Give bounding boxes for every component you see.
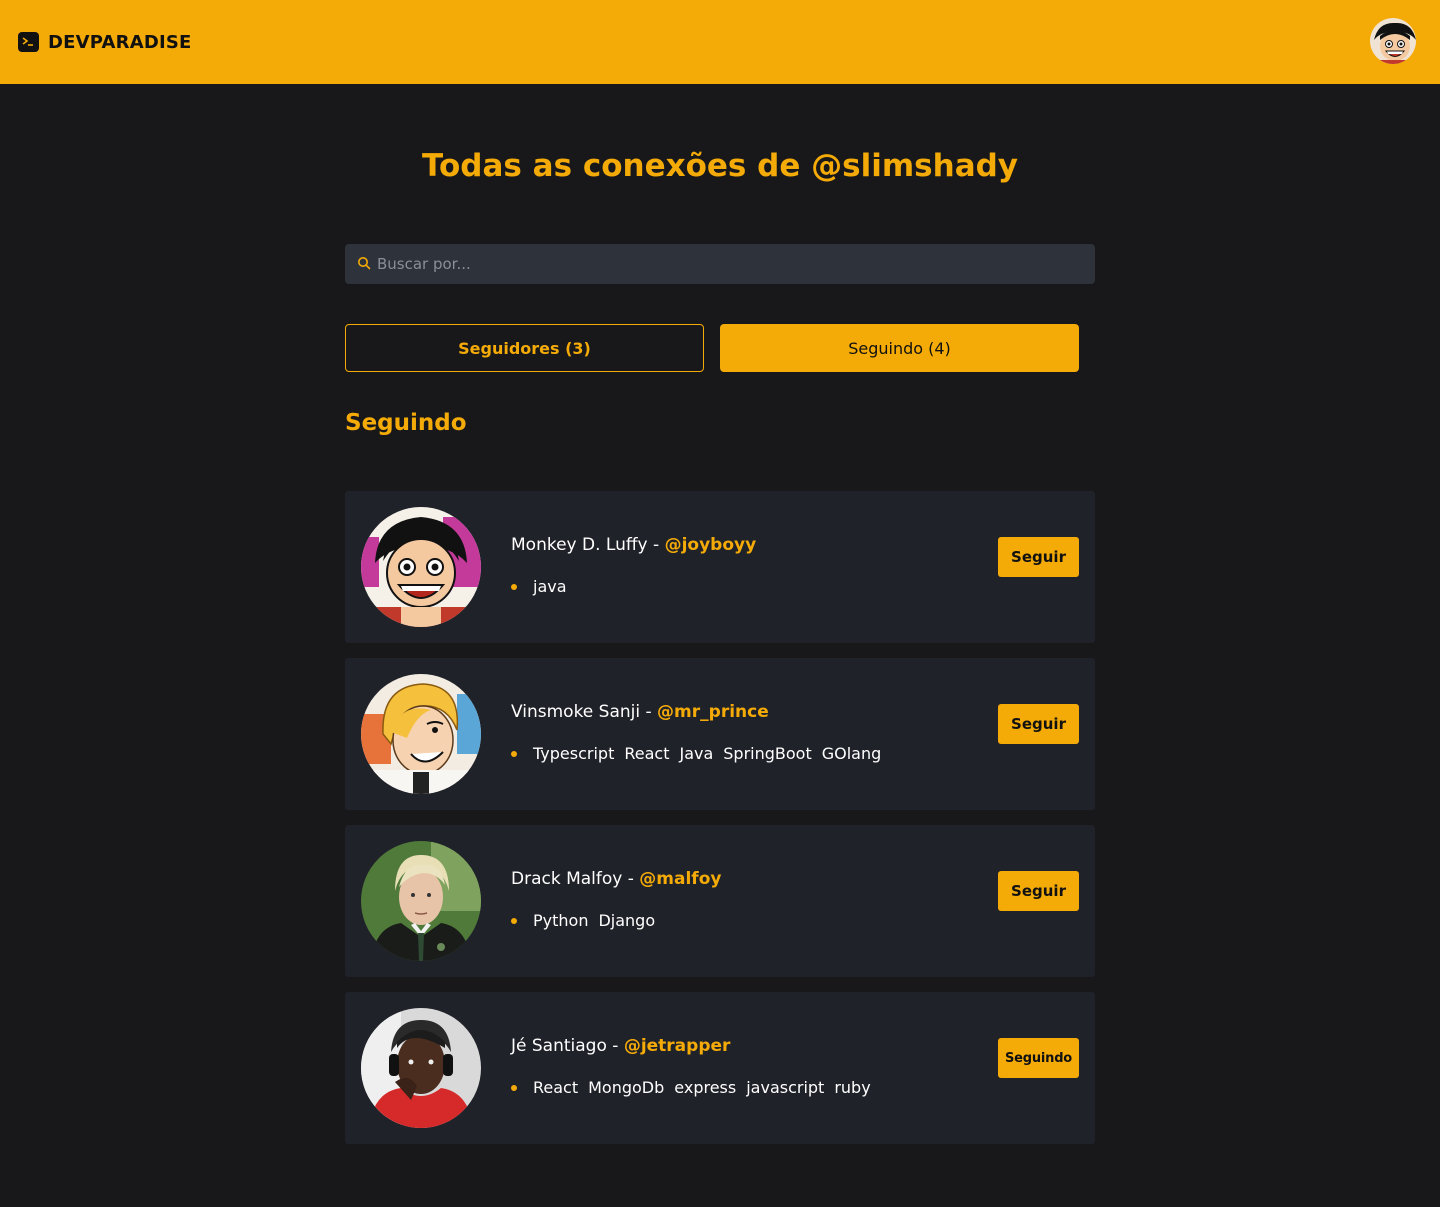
user-avatar[interactable] — [361, 1008, 481, 1128]
user-handle[interactable]: @jetrapper — [624, 1036, 731, 1056]
following-button[interactable]: Seguindo — [998, 1038, 1079, 1078]
user-avatar[interactable] — [361, 674, 481, 794]
user-card: Monkey D. Luffy - @joyboyy java Seguir — [345, 491, 1095, 643]
user-avatar[interactable] — [361, 507, 481, 627]
user-handle[interactable]: @malfoy — [639, 869, 721, 889]
tech-tag: GOlang — [821, 744, 882, 763]
bullet-icon — [511, 917, 517, 924]
user-name: Monkey D. Luffy - — [511, 535, 665, 555]
follow-button[interactable]: Seguir — [998, 537, 1079, 577]
tech-tag: java — [533, 577, 567, 596]
user-name: Vinsmoke Sanji - — [511, 702, 658, 722]
user-handle[interactable]: @mr_prince — [657, 702, 769, 722]
tech-list: Python Django — [511, 911, 665, 930]
bullet-icon — [511, 750, 517, 757]
user-name-line: Jé Santiago - @jetrapper — [511, 1036, 730, 1056]
user-name-line: Vinsmoke Sanji - @mr_prince — [511, 702, 769, 722]
follow-button[interactable]: Seguir — [998, 704, 1079, 744]
tech-tag: Typescript — [533, 744, 615, 763]
current-user-avatar[interactable] — [1368, 16, 1418, 66]
search-input[interactable] — [377, 255, 1067, 273]
bullet-icon — [511, 1084, 517, 1091]
tech-tag: javascript — [746, 1078, 825, 1097]
tech-tag: ruby — [834, 1078, 871, 1097]
bullet-icon — [511, 583, 517, 590]
tab-following[interactable]: Seguindo (4) — [720, 324, 1079, 372]
user-handle[interactable]: @joyboyy — [665, 535, 757, 555]
user-name: Drack Malfoy - — [511, 869, 640, 889]
section-title: Seguindo — [345, 410, 467, 436]
user-card: Jé Santiago - @jetrapper React MongoDb e… — [345, 992, 1095, 1144]
follow-button[interactable]: Seguir — [998, 871, 1079, 911]
tech-tag: express — [674, 1078, 737, 1097]
search-bar[interactable] — [345, 244, 1095, 284]
tech-tag: MongoDb — [588, 1078, 665, 1097]
tech-list: Typescript React Java SpringBoot GOlang — [511, 744, 891, 763]
tech-list: java — [511, 577, 577, 596]
tech-tag: React — [533, 1078, 579, 1097]
user-name: Jé Santiago - — [511, 1036, 624, 1056]
tech-list: React MongoDb express javascript ruby — [511, 1078, 881, 1097]
brand-logo[interactable]: DEVPARADISE — [18, 31, 192, 53]
brand-name: DEVPARADISE — [48, 31, 192, 53]
user-name-line: Monkey D. Luffy - @joyboyy — [511, 535, 756, 555]
tech-tag: Python — [533, 911, 589, 930]
user-card: Vinsmoke Sanji - @mr_prince Typescript R… — [345, 658, 1095, 810]
terminal-icon — [18, 32, 39, 52]
page-title: Todas as conexões de @slimshady — [421, 148, 1019, 184]
user-avatar[interactable] — [361, 841, 481, 961]
tech-tag: React — [624, 744, 670, 763]
following-list: Monkey D. Luffy - @joyboyy java Seguir V… — [345, 491, 1095, 1159]
top-navbar: DEVPARADISE — [0, 0, 1440, 84]
tech-tag: Java — [679, 744, 714, 763]
user-name-line: Drack Malfoy - @malfoy — [511, 869, 721, 889]
tech-tag: SpringBoot — [723, 744, 812, 763]
user-card: Drack Malfoy - @malfoy Python Django Seg… — [345, 825, 1095, 977]
tech-tag: Django — [598, 911, 656, 930]
tab-followers[interactable]: Seguidores (3) — [345, 324, 704, 372]
search-icon — [357, 255, 371, 274]
